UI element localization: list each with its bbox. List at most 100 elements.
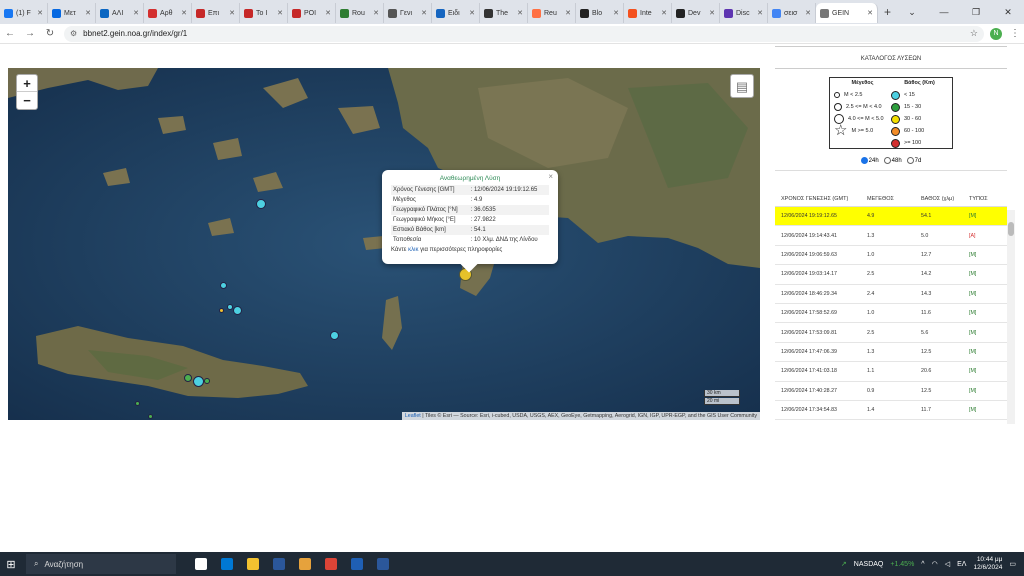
earthquake-marker[interactable] bbox=[330, 331, 339, 340]
tab-close-icon[interactable]: ✕ bbox=[85, 9, 91, 17]
radio-button[interactable] bbox=[906, 157, 914, 164]
browser-tab[interactable]: σεισ ✕ bbox=[768, 3, 816, 23]
earthquake-marker[interactable] bbox=[184, 374, 192, 382]
earthquake-marker[interactable] bbox=[220, 282, 227, 289]
language-indicator[interactable]: ΕΛ bbox=[957, 561, 966, 568]
period-option-24h[interactable]: 24h bbox=[860, 157, 879, 164]
browser-tab[interactable]: GEIN ✕ bbox=[816, 3, 878, 23]
taskbar-app-icon[interactable] bbox=[214, 552, 240, 576]
wifi-icon[interactable]: ◠ bbox=[932, 560, 938, 568]
earthquake-map[interactable]: + − ▤ × Αναθεωρημένη Λύση Χρόνος Γένεσης… bbox=[8, 68, 760, 420]
table-row[interactable]: 12/06/2024 18:46:29.34 2.4 14.3 [M] bbox=[775, 285, 1007, 305]
taskbar-app-icon[interactable] bbox=[292, 552, 318, 576]
tab-close-icon[interactable]: ✕ bbox=[133, 9, 139, 17]
tab-close-icon[interactable]: ✕ bbox=[805, 9, 811, 17]
browser-tab[interactable]: Blo ✕ bbox=[576, 3, 624, 23]
taskbar-app-icon[interactable] bbox=[344, 552, 370, 576]
site-info-icon[interactable]: ⚙ bbox=[70, 29, 77, 38]
browser-menu-icon[interactable]: ⋮ bbox=[1010, 28, 1020, 39]
table-row[interactable]: 12/06/2024 19:06:59.63 1.0 12.7 [M] bbox=[775, 246, 1007, 266]
back-button[interactable]: ← bbox=[0, 28, 20, 39]
browser-tab[interactable]: Επι ✕ bbox=[192, 3, 240, 23]
tab-close-icon[interactable]: ✕ bbox=[229, 9, 235, 17]
table-row[interactable]: 12/06/2024 17:41:03.18 1.1 20.6 [M] bbox=[775, 362, 1007, 382]
close-window-button[interactable]: ✕ bbox=[992, 7, 1024, 18]
tab-close-icon[interactable]: ✕ bbox=[565, 9, 571, 17]
leaflet-link[interactable]: Leaflet bbox=[405, 413, 421, 419]
taskbar-app-icon[interactable] bbox=[240, 552, 266, 576]
radio-button[interactable] bbox=[883, 157, 891, 164]
column-header-magnitude[interactable]: ΜΕΓΕΘΟΣ bbox=[861, 196, 915, 202]
tab-close-icon[interactable]: ✕ bbox=[181, 9, 187, 17]
taskbar-app-icon[interactable] bbox=[318, 552, 344, 576]
new-tab-button[interactable]: + bbox=[884, 5, 891, 19]
earthquake-marker[interactable] bbox=[204, 378, 210, 384]
scrollbar-thumb[interactable] bbox=[1008, 222, 1014, 236]
zoom-out-button[interactable]: − bbox=[17, 92, 37, 109]
browser-tab[interactable]: Γενι ✕ bbox=[384, 3, 432, 23]
tab-close-icon[interactable]: ✕ bbox=[517, 9, 523, 17]
taskbar-app-icon[interactable] bbox=[188, 552, 214, 576]
forward-button[interactable]: → bbox=[20, 28, 40, 39]
period-option-48h[interactable]: 48h bbox=[883, 157, 902, 164]
tab-close-icon[interactable]: ✕ bbox=[37, 9, 43, 17]
tab-close-icon[interactable]: ✕ bbox=[469, 9, 475, 17]
earthquake-marker[interactable] bbox=[219, 308, 224, 313]
column-header-depth[interactable]: ΒΑΘΟΣ (χλμ) bbox=[915, 196, 963, 202]
earthquake-marker[interactable] bbox=[233, 306, 242, 315]
table-row[interactable]: 12/06/2024 17:53:09.81 2.5 5.6 [M] bbox=[775, 323, 1007, 343]
reload-button[interactable]: ↻ bbox=[40, 28, 60, 39]
tab-close-icon[interactable]: ✕ bbox=[709, 9, 715, 17]
table-row[interactable]: 12/06/2024 17:58:52.69 1.0 11.6 [M] bbox=[775, 304, 1007, 324]
table-row[interactable]: 12/06/2024 17:47:06.39 1.3 12.5 [M] bbox=[775, 343, 1007, 363]
tab-close-icon[interactable]: ✕ bbox=[867, 9, 873, 17]
column-header-time[interactable]: ΧΡΟΝΟΣ ΓΕΝΕΣΗΣ (GMT) bbox=[775, 196, 861, 202]
browser-tab[interactable]: Μετ ✕ bbox=[48, 3, 96, 23]
url-field[interactable]: ⚙ bbnet2.gein.noa.gr/index/gr/1 ☆ bbox=[64, 25, 984, 42]
ticker-name[interactable]: NASDAQ bbox=[854, 561, 884, 568]
more-info-link[interactable]: κλικ bbox=[408, 247, 418, 253]
layers-icon[interactable]: ▤ bbox=[730, 74, 754, 98]
earthquake-marker[interactable] bbox=[227, 304, 233, 310]
clock[interactable]: 10:44 μμ 12/6/2024 bbox=[973, 556, 1002, 572]
tab-close-icon[interactable]: ✕ bbox=[613, 9, 619, 17]
browser-tab[interactable]: Inte ✕ bbox=[624, 3, 672, 23]
radio-button[interactable] bbox=[860, 157, 868, 164]
tab-close-icon[interactable]: ✕ bbox=[421, 9, 427, 17]
browser-tab[interactable]: (1) F ✕ bbox=[0, 3, 48, 23]
browser-tab[interactable]: Reu ✕ bbox=[528, 3, 576, 23]
catalog-scrollbar[interactable] bbox=[1007, 210, 1015, 424]
browser-tab[interactable]: Rou ✕ bbox=[336, 3, 384, 23]
earthquake-marker[interactable] bbox=[148, 414, 153, 419]
browser-tab[interactable]: The ✕ bbox=[480, 3, 528, 23]
popup-close-button[interactable]: × bbox=[548, 172, 553, 181]
bookmark-star-icon[interactable]: ☆ bbox=[970, 28, 978, 39]
table-row[interactable]: 12/06/2024 19:14:43.41 1.3 5.0 [A] bbox=[775, 226, 1007, 246]
browser-tab[interactable]: Disc ✕ bbox=[720, 3, 768, 23]
zoom-in-button[interactable]: + bbox=[17, 75, 37, 92]
browser-tab[interactable]: Αρθ ✕ bbox=[144, 3, 192, 23]
minimize-button[interactable]: — bbox=[928, 7, 960, 17]
period-option-7d[interactable]: 7d bbox=[906, 157, 921, 164]
tab-close-icon[interactable]: ✕ bbox=[661, 9, 667, 17]
browser-tab[interactable]: ΑΛΙ ✕ bbox=[96, 3, 144, 23]
browser-tab[interactable]: Το Ι ✕ bbox=[240, 3, 288, 23]
earthquake-marker[interactable] bbox=[256, 199, 266, 209]
tab-search-icon[interactable]: ⌄ bbox=[896, 7, 928, 18]
table-row[interactable]: 12/06/2024 17:40:28.27 0.9 12.5 [M] bbox=[775, 382, 1007, 401]
tab-close-icon[interactable]: ✕ bbox=[757, 9, 763, 17]
browser-tab[interactable]: POI ✕ bbox=[288, 3, 336, 23]
taskbar-app-icon[interactable] bbox=[370, 552, 396, 576]
table-row[interactable]: 12/06/2024 19:03:14.17 2.5 14.2 [M] bbox=[775, 265, 1007, 285]
tab-close-icon[interactable]: ✕ bbox=[325, 9, 331, 17]
taskbar-app-icon[interactable] bbox=[266, 552, 292, 576]
profile-avatar[interactable]: N bbox=[990, 27, 1002, 40]
notifications-icon[interactable]: ▭ bbox=[1009, 560, 1016, 568]
tab-close-icon[interactable]: ✕ bbox=[373, 9, 379, 17]
restore-button[interactable]: ❐ bbox=[960, 7, 992, 18]
chevron-up-icon[interactable]: ^ bbox=[921, 561, 924, 568]
table-row[interactable]: 12/06/2024 17:34:54.83 1.4 11.7 [M] bbox=[775, 401, 1007, 421]
tab-close-icon[interactable]: ✕ bbox=[277, 9, 283, 17]
browser-tab[interactable]: Dev ✕ bbox=[672, 3, 720, 23]
table-row[interactable]: 12/06/2024 19:19:12.65 4.9 54.1 [M] bbox=[775, 207, 1007, 227]
